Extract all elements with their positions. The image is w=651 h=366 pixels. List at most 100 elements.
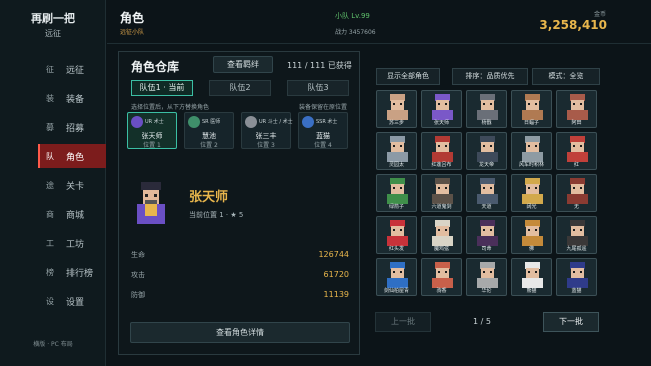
stat-label: 防御 xyxy=(131,291,145,299)
hero-portrait xyxy=(387,178,408,204)
hero-portrait xyxy=(567,136,588,162)
hero-card[interactable]: 红头发 xyxy=(376,216,417,254)
slot-position: 位置 1 xyxy=(143,142,161,149)
hero-card[interactable]: 风车时积林 xyxy=(511,132,552,170)
view-hero-detail-button[interactable]: 查看角色详情 xyxy=(130,322,350,343)
sidebar-item-label: 招募 xyxy=(66,123,85,134)
team-slot-3[interactable]: UR 斗士 / 术士 张三丰 位置 3 xyxy=(241,112,293,149)
tab-team-1[interactable]: 队伍1 · 当前 xyxy=(131,80,193,96)
shop-icon: 商 xyxy=(46,209,54,219)
slot-rarity: UR 斗士 / 术士 xyxy=(259,119,293,125)
hero-card[interactable]: 熊猫 xyxy=(511,258,552,296)
slot-position: 位置 3 xyxy=(257,142,275,149)
hero-card[interactable]: 剑仙柏屋青 xyxy=(376,258,417,296)
hero-portrait xyxy=(477,220,498,246)
hero-portrait xyxy=(477,94,498,120)
stat-label: 生命 xyxy=(131,251,145,259)
stat-value: 11139 xyxy=(323,290,349,299)
mode-dropdown[interactable]: 模式：全览 xyxy=(532,68,600,85)
hero-card-name: 杨戬 xyxy=(481,120,492,126)
hero-card[interactable]: 红莲吕布 xyxy=(421,132,462,170)
hero-card[interactable]: 阿田 xyxy=(556,90,597,128)
hero-card-name: 熊猫 xyxy=(526,288,537,294)
hero-portrait xyxy=(477,262,498,288)
team-slot-1[interactable]: UR 术士 张天师 位置 1 xyxy=(127,112,177,149)
hero-card[interactable]: 日蝠子 xyxy=(511,90,552,128)
sort-dropdown[interactable]: 排序：品质优先 xyxy=(452,68,528,85)
character-warehouse-panel: 角色仓库 查看羁绊 111 / 111 已获得 队伍1 · 当前 队伍2 队伍3… xyxy=(118,51,360,355)
hero-portrait xyxy=(432,136,453,162)
hero-card-name: 阔光 xyxy=(526,204,537,210)
slot-hint: 选择位置后，从下方替换角色 xyxy=(131,104,210,111)
team-level: 小队 Lv.99 xyxy=(335,12,370,20)
hero-card-name: 司命 xyxy=(481,246,492,252)
equipment-hint: 装备保留在原位置 xyxy=(298,104,347,111)
hero-card[interactable]: 司命 xyxy=(466,216,507,254)
stat-label: 攻击 xyxy=(131,271,145,279)
sidebar-nav: 征 远征 装 装备 募 招募 队 角色 途 关卡 商 商城 工 工坊 榜 排行榜 设 设置 xyxy=(38,57,106,318)
team-slot-2[interactable]: SR 医师 慧池 位置 2 xyxy=(184,112,234,149)
hero-card[interactable]: 红 xyxy=(556,132,597,170)
hero-card-name: 日蝠子 xyxy=(523,120,539,126)
hero-card[interactable]: 阔光 xyxy=(511,174,552,212)
hero-card[interactable]: 无 xyxy=(556,174,597,212)
hero-card[interactable]: 灵园太 xyxy=(376,132,417,170)
stat-value: 61720 xyxy=(323,270,349,279)
hero-portrait xyxy=(522,178,543,204)
hero-card-name: 六道鬼剑 xyxy=(431,204,452,210)
page-title: 角色 xyxy=(120,11,145,25)
prev-page-button[interactable]: 上一批 xyxy=(375,312,431,332)
hero-portrait xyxy=(432,220,453,246)
tab-team-2[interactable]: 队伍2 xyxy=(209,80,271,96)
avatar xyxy=(131,116,143,128)
hero-card-name: 红莲吕布 xyxy=(431,162,452,168)
hero-portrait xyxy=(137,182,165,224)
hero-card-name: 九尾孤遥 xyxy=(566,246,587,252)
sidebar-item-label: 角色 xyxy=(66,152,85,163)
brand-subtitle: 远征 xyxy=(45,29,61,38)
sidebar-item-settings[interactable]: 设 设置 xyxy=(38,289,106,313)
hero-card[interactable]: 六道鬼剑 xyxy=(421,174,462,212)
hero-card-name: 张天师 xyxy=(433,120,449,126)
sidebar-item-leaderboard[interactable]: 榜 排行榜 xyxy=(38,260,106,284)
tab-team-3[interactable]: 队伍3 xyxy=(287,80,349,96)
hero-portrait xyxy=(567,94,588,120)
hero-card[interactable]: 绿箭子 xyxy=(376,174,417,212)
hero-card[interactable]: 天道 xyxy=(466,174,507,212)
hero-card-name: 佛 xyxy=(528,246,534,252)
sidebar-item-equipment[interactable]: 装 装备 xyxy=(38,86,106,110)
expedition-icon: 征 xyxy=(46,64,54,74)
hero-card-name: 苏三步 xyxy=(388,120,404,126)
sidebar-item-characters[interactable]: 队 角色 xyxy=(38,144,106,168)
hero-card[interactable]: 苏三步 xyxy=(376,90,417,128)
sidebar-item-expedition[interactable]: 征 远征 xyxy=(38,57,106,81)
leaderboard-icon: 榜 xyxy=(46,267,54,277)
sidebar-item-label: 装备 xyxy=(66,94,85,105)
hero-portrait xyxy=(522,136,543,162)
hero-card[interactable]: 驹香 xyxy=(421,258,462,296)
sidebar-item-recruit[interactable]: 募 招募 xyxy=(38,115,106,139)
hero-card[interactable]: 张天师 xyxy=(421,90,462,128)
sidebar-item-shop[interactable]: 商 商城 xyxy=(38,202,106,226)
sidebar-item-stages[interactable]: 途 关卡 xyxy=(38,173,106,197)
hero-portrait xyxy=(567,262,588,288)
hero-card[interactable]: 蓝猫 xyxy=(556,258,597,296)
hero-card[interactable]: 杨戬 xyxy=(466,90,507,128)
settings-icon: 设 xyxy=(46,296,54,306)
hero-card[interactable]: 龙天帝 xyxy=(466,132,507,170)
sidebar-item-workshop[interactable]: 工 工坊 xyxy=(38,231,106,255)
slot-rarity: SSR 术士 xyxy=(316,119,338,125)
roster-panel: 显示全部角色 排序：品质优先 模式：全览 苏三步 张天师 杨戬 日蝠子 阿田灵园太 红莲吕… xyxy=(368,64,612,344)
hero-card[interactable]: 华伦 xyxy=(466,258,507,296)
sidebar-item-label: 排行榜 xyxy=(66,268,94,279)
hero-card[interactable]: 佛 xyxy=(511,216,552,254)
hero-card[interactable]: 九尾孤遥 xyxy=(556,216,597,254)
team-name: 远征小队 xyxy=(120,29,145,36)
recruit-icon: 募 xyxy=(46,122,54,132)
next-page-button[interactable]: 下一批 xyxy=(543,312,599,332)
view-bond-button[interactable]: 查看羁绊 xyxy=(213,56,273,73)
stages-icon: 途 xyxy=(46,180,54,190)
show-all-button[interactable]: 显示全部角色 xyxy=(376,68,440,85)
hero-card[interactable]: 魔鸡弦 xyxy=(421,216,462,254)
team-slot-4[interactable]: SSR 术士 蓝猫 位置 4 xyxy=(298,112,348,149)
